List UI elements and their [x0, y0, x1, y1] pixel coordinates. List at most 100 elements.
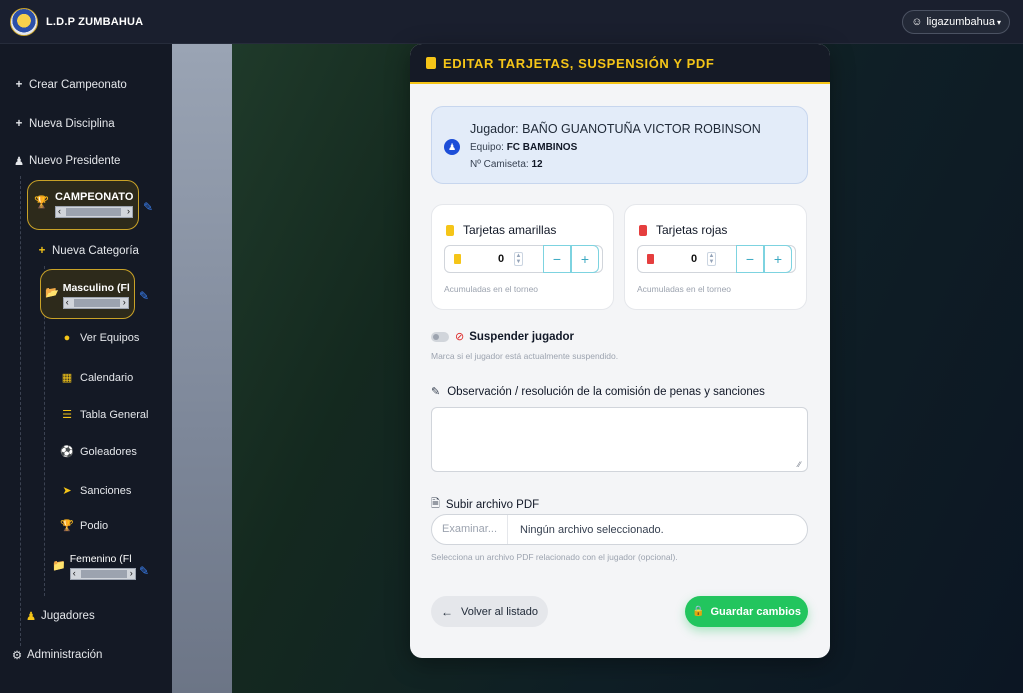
sidebar-item-crear-campeonato[interactable]: + Crear Campeonato [12, 79, 127, 91]
user-name: ligazumbahua [926, 16, 995, 28]
yellow-cards-input[interactable]: 0 [498, 253, 504, 265]
sidebar-item-label: Podio [80, 519, 109, 532]
sidebar-item-label: Goleadores [80, 445, 137, 458]
scroll-thumb[interactable] [73, 299, 120, 307]
observation-textarea[interactable] [431, 407, 808, 472]
folder-open-icon: 📂 [45, 287, 59, 299]
team-label: Equipo: [470, 142, 504, 153]
scroll-thumb[interactable] [80, 570, 127, 578]
pdf-label: 🗎 Subir archivo PDF [431, 495, 539, 514]
yellow-cards-box: Tarjetas amarillas 0 ▲ ▼ − + Acumuladas e… [431, 204, 614, 310]
red-cards-title: Tarjetas rojas [639, 223, 727, 237]
sidebar-item-podio[interactable]: 🏆 Podio [60, 519, 109, 533]
sidebar-item-administracion[interactable]: ⚙ Administración [10, 648, 103, 662]
sidebar-item-label: Nuevo Presidente [29, 155, 121, 167]
edit-icon: ✎ [431, 386, 441, 398]
sidebar-item-label: Jugadores [41, 610, 95, 622]
suspend-row: ⊘ Suspender jugador [431, 330, 574, 343]
sidebar-item-goleadores[interactable]: ⚽ Goleadores [60, 445, 137, 459]
sidebar: + Crear Campeonato + Nueva Disciplina ♟ … [0, 44, 172, 693]
folder-icon: 📁 [52, 560, 66, 572]
yellow-increment-button[interactable]: + [571, 245, 599, 273]
scroll-right-icon: › [129, 568, 133, 578]
save-changes-button[interactable]: 🔒 Guardar cambios [685, 596, 808, 627]
observation-label-text: Observación / resolución de la comisión … [447, 385, 765, 398]
suspend-toggle[interactable] [431, 331, 449, 342]
sidebar-item-sanciones[interactable]: ➤ Sanciones [60, 484, 132, 498]
user-icon: ♟ [444, 139, 460, 155]
categoria-scrollbar[interactable]: ‹ › [62, 297, 129, 309]
sidebar-item-nueva-disciplina[interactable]: + Nueva Disciplina [12, 118, 115, 130]
scroll-right-icon: › [126, 206, 130, 216]
resize-handle-icon[interactable]: ∕∕ [798, 460, 828, 657]
categoria-title: Masculino (Fl [62, 282, 130, 294]
card-header: EDITAR TARJETAS, SUSPENSIÓN Y PDF [410, 44, 830, 84]
save-button-label: Guardar cambios [710, 605, 801, 618]
categoria-scrollbar[interactable]: ‹ › [69, 568, 136, 580]
pdf-label-text: Subir archivo PDF [445, 498, 540, 511]
edit-categoria-icon[interactable]: ✎ [139, 564, 149, 578]
categoria-femenino[interactable]: 📁 Femenino (Fl ‹ › [52, 553, 138, 580]
arrow-left-icon: ← [440, 604, 453, 619]
sidebar-item-ver-equipos[interactable]: ● Ver Equipos [60, 332, 140, 344]
sidebar-item-label: Administración [27, 649, 103, 661]
red-cards-label: Tarjetas rojas [656, 223, 728, 237]
browse-button[interactable]: Examinar... [432, 515, 509, 544]
league-logo [10, 8, 38, 36]
number-label: Nº Camiseta: [470, 159, 529, 170]
campeonato-card[interactable]: 🏆 CAMPEONATO 2( ‹ › [27, 180, 139, 230]
yellow-decrement-button[interactable]: − [543, 245, 571, 273]
sidebar-item-nuevo-presidente[interactable]: ♟ Nuevo Presidente [12, 154, 121, 168]
sidebar-item-jugadores[interactable]: ♟ Jugadores [24, 609, 95, 623]
sidebar-item-label: Calendario [80, 371, 134, 384]
edit-campeonato-icon[interactable]: ✎ [143, 200, 153, 214]
trophy-icon: 🏆 [34, 195, 49, 209]
scroll-thumb[interactable] [65, 208, 121, 216]
ban-icon: ⊘ [455, 331, 465, 343]
yellow-card-icon [426, 57, 436, 69]
back-button-label: Volver al listado [460, 605, 539, 618]
sidebar-item-label: Sanciones [80, 484, 132, 497]
player-name: Jugador: BAÑO GUANOTUÑA VICTOR ROBINSON [470, 122, 761, 136]
pdf-file-input[interactable]: Examinar... Ningún archivo seleccionado. [431, 514, 808, 545]
sidebar-item-nueva-categoria[interactable]: + Nueva Categoría [35, 245, 139, 257]
user-menu-button[interactable]: ☺ ligazumbahua ▾ [902, 10, 1010, 34]
edit-categoria-icon[interactable]: ✎ [139, 289, 149, 303]
gears-icon: ⚙ [11, 650, 23, 662]
plus-icon: + [15, 118, 23, 130]
categoria-masculino-card[interactable]: 📂 Masculino (Fl ‹ › [40, 269, 135, 319]
categoria-title: Femenino (Fl [69, 553, 132, 565]
file-pdf-icon: 🗎 [431, 498, 440, 510]
top-navbar: L.D.P ZUMBAHUA ☺ ligazumbahua ▾ [0, 0, 1023, 44]
edit-player-card: EDITAR TARJETAS, SUSPENSIÓN Y PDF ♟ Juga… [410, 44, 830, 658]
red-cards-stepper[interactable]: 0 ▲ ▼ − + [637, 245, 796, 273]
back-to-list-button[interactable]: ← Volver al listado [431, 596, 548, 627]
red-increment-button[interactable]: + [764, 245, 792, 273]
sidebar-item-tabla-general[interactable]: ☰ Tabla General [60, 408, 149, 422]
background-strip [172, 44, 232, 693]
suspend-hint: Marca si el jugador está actualmente sus… [431, 351, 619, 361]
red-card-icon [639, 224, 647, 236]
sidebar-item-calendario[interactable]: ▦ Calendario [60, 371, 134, 385]
red-cards-hint: Acumuladas en el torneo [637, 284, 732, 294]
sidebar-item-label: Ver Equipos [80, 332, 140, 344]
red-decrement-button[interactable]: − [736, 245, 764, 273]
spin-icon[interactable]: ▲ ▼ [707, 252, 716, 266]
plus-icon: + [38, 245, 46, 257]
gavel-icon: ➤ [62, 485, 72, 497]
user-icon: ♟ [13, 156, 25, 168]
yellow-cards-stepper[interactable]: 0 ▲ ▼ − + [444, 245, 603, 273]
scroll-left-icon: ‹ [57, 206, 61, 216]
campeonato-title: CAMPEONATO 2( [54, 191, 135, 203]
plus-icon: + [15, 79, 23, 91]
brand-name: L.D.P ZUMBAHUA [46, 16, 144, 28]
list-icon: ☰ [62, 409, 72, 421]
scroll-left-icon: ‹ [72, 568, 76, 578]
tree-line [20, 176, 21, 646]
spin-icon[interactable]: ▲ ▼ [514, 252, 523, 266]
sidebar-item-label: Tabla General [80, 408, 149, 421]
users-icon: ♟ [25, 611, 37, 623]
campeonato-scrollbar[interactable]: ‹ › [54, 206, 133, 218]
brand[interactable]: L.D.P ZUMBAHUA [10, 8, 143, 36]
red-cards-input[interactable]: 0 [691, 253, 697, 265]
